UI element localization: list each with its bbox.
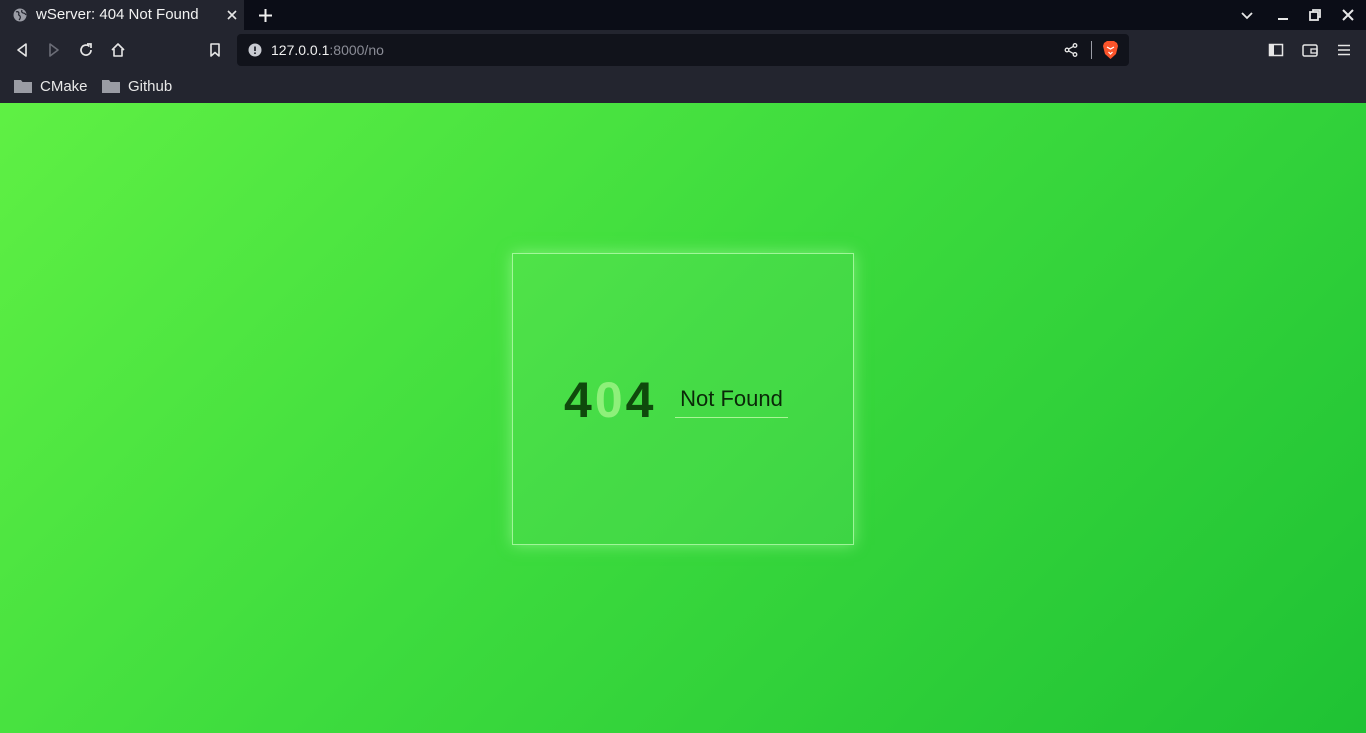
close-icon[interactable] [225, 8, 239, 22]
chevron-down-icon[interactable] [1239, 7, 1255, 23]
tab-title: wServer: 404 Not Found [36, 6, 199, 23]
tab-active[interactable]: wServer: 404 Not Found [0, 0, 244, 30]
folder-icon [102, 80, 120, 93]
url-text[interactable]: 127.0.0.1:8000/no [271, 42, 384, 58]
forward-icon[interactable] [45, 41, 63, 59]
folder-icon [14, 80, 32, 93]
bookmarks-bar: CMake Github [0, 70, 1366, 103]
globe-icon [13, 8, 27, 22]
error-digit-2: 0 [594, 372, 626, 428]
brave-lion-icon[interactable] [1102, 40, 1119, 60]
error-message: Not Found [675, 384, 788, 418]
page-content: 404 Not Found [0, 103, 1366, 733]
home-icon[interactable] [109, 41, 127, 59]
url-path: :8000/no [329, 42, 384, 58]
back-icon[interactable] [13, 41, 31, 59]
bookmark-icon[interactable] [206, 41, 224, 59]
minimize-icon[interactable] [1275, 7, 1291, 23]
menu-icon[interactable] [1335, 41, 1353, 59]
url-separator [1091, 41, 1092, 59]
sidebar-icon[interactable] [1267, 41, 1285, 59]
error-digit-3: 4 [625, 372, 657, 428]
window-close-icon[interactable] [1340, 7, 1356, 23]
address-bar[interactable]: 127.0.0.1:8000/no [237, 34, 1129, 66]
bookmark-label: CMake [40, 77, 88, 95]
error-card: 404 Not Found [512, 253, 854, 545]
share-icon[interactable] [1063, 42, 1079, 58]
info-icon[interactable] [248, 43, 262, 57]
bookmark-cmake[interactable]: CMake [14, 74, 88, 98]
plus-icon[interactable] [257, 7, 274, 24]
reload-icon[interactable] [77, 41, 95, 59]
error-code: 404 [564, 372, 656, 428]
wallet-icon[interactable] [1301, 41, 1319, 59]
url-host: 127.0.0.1 [271, 42, 330, 58]
error-digit-1: 4 [564, 372, 595, 428]
restore-icon[interactable] [1307, 7, 1323, 23]
tab-strip: wServer: 404 Not Found [0, 0, 1366, 30]
browser-toolbar: 127.0.0.1:8000/no [0, 30, 1366, 70]
error-message-text: Not Found [680, 386, 783, 411]
bookmark-github[interactable]: Github [102, 74, 172, 98]
bookmark-label: Github [128, 77, 173, 95]
